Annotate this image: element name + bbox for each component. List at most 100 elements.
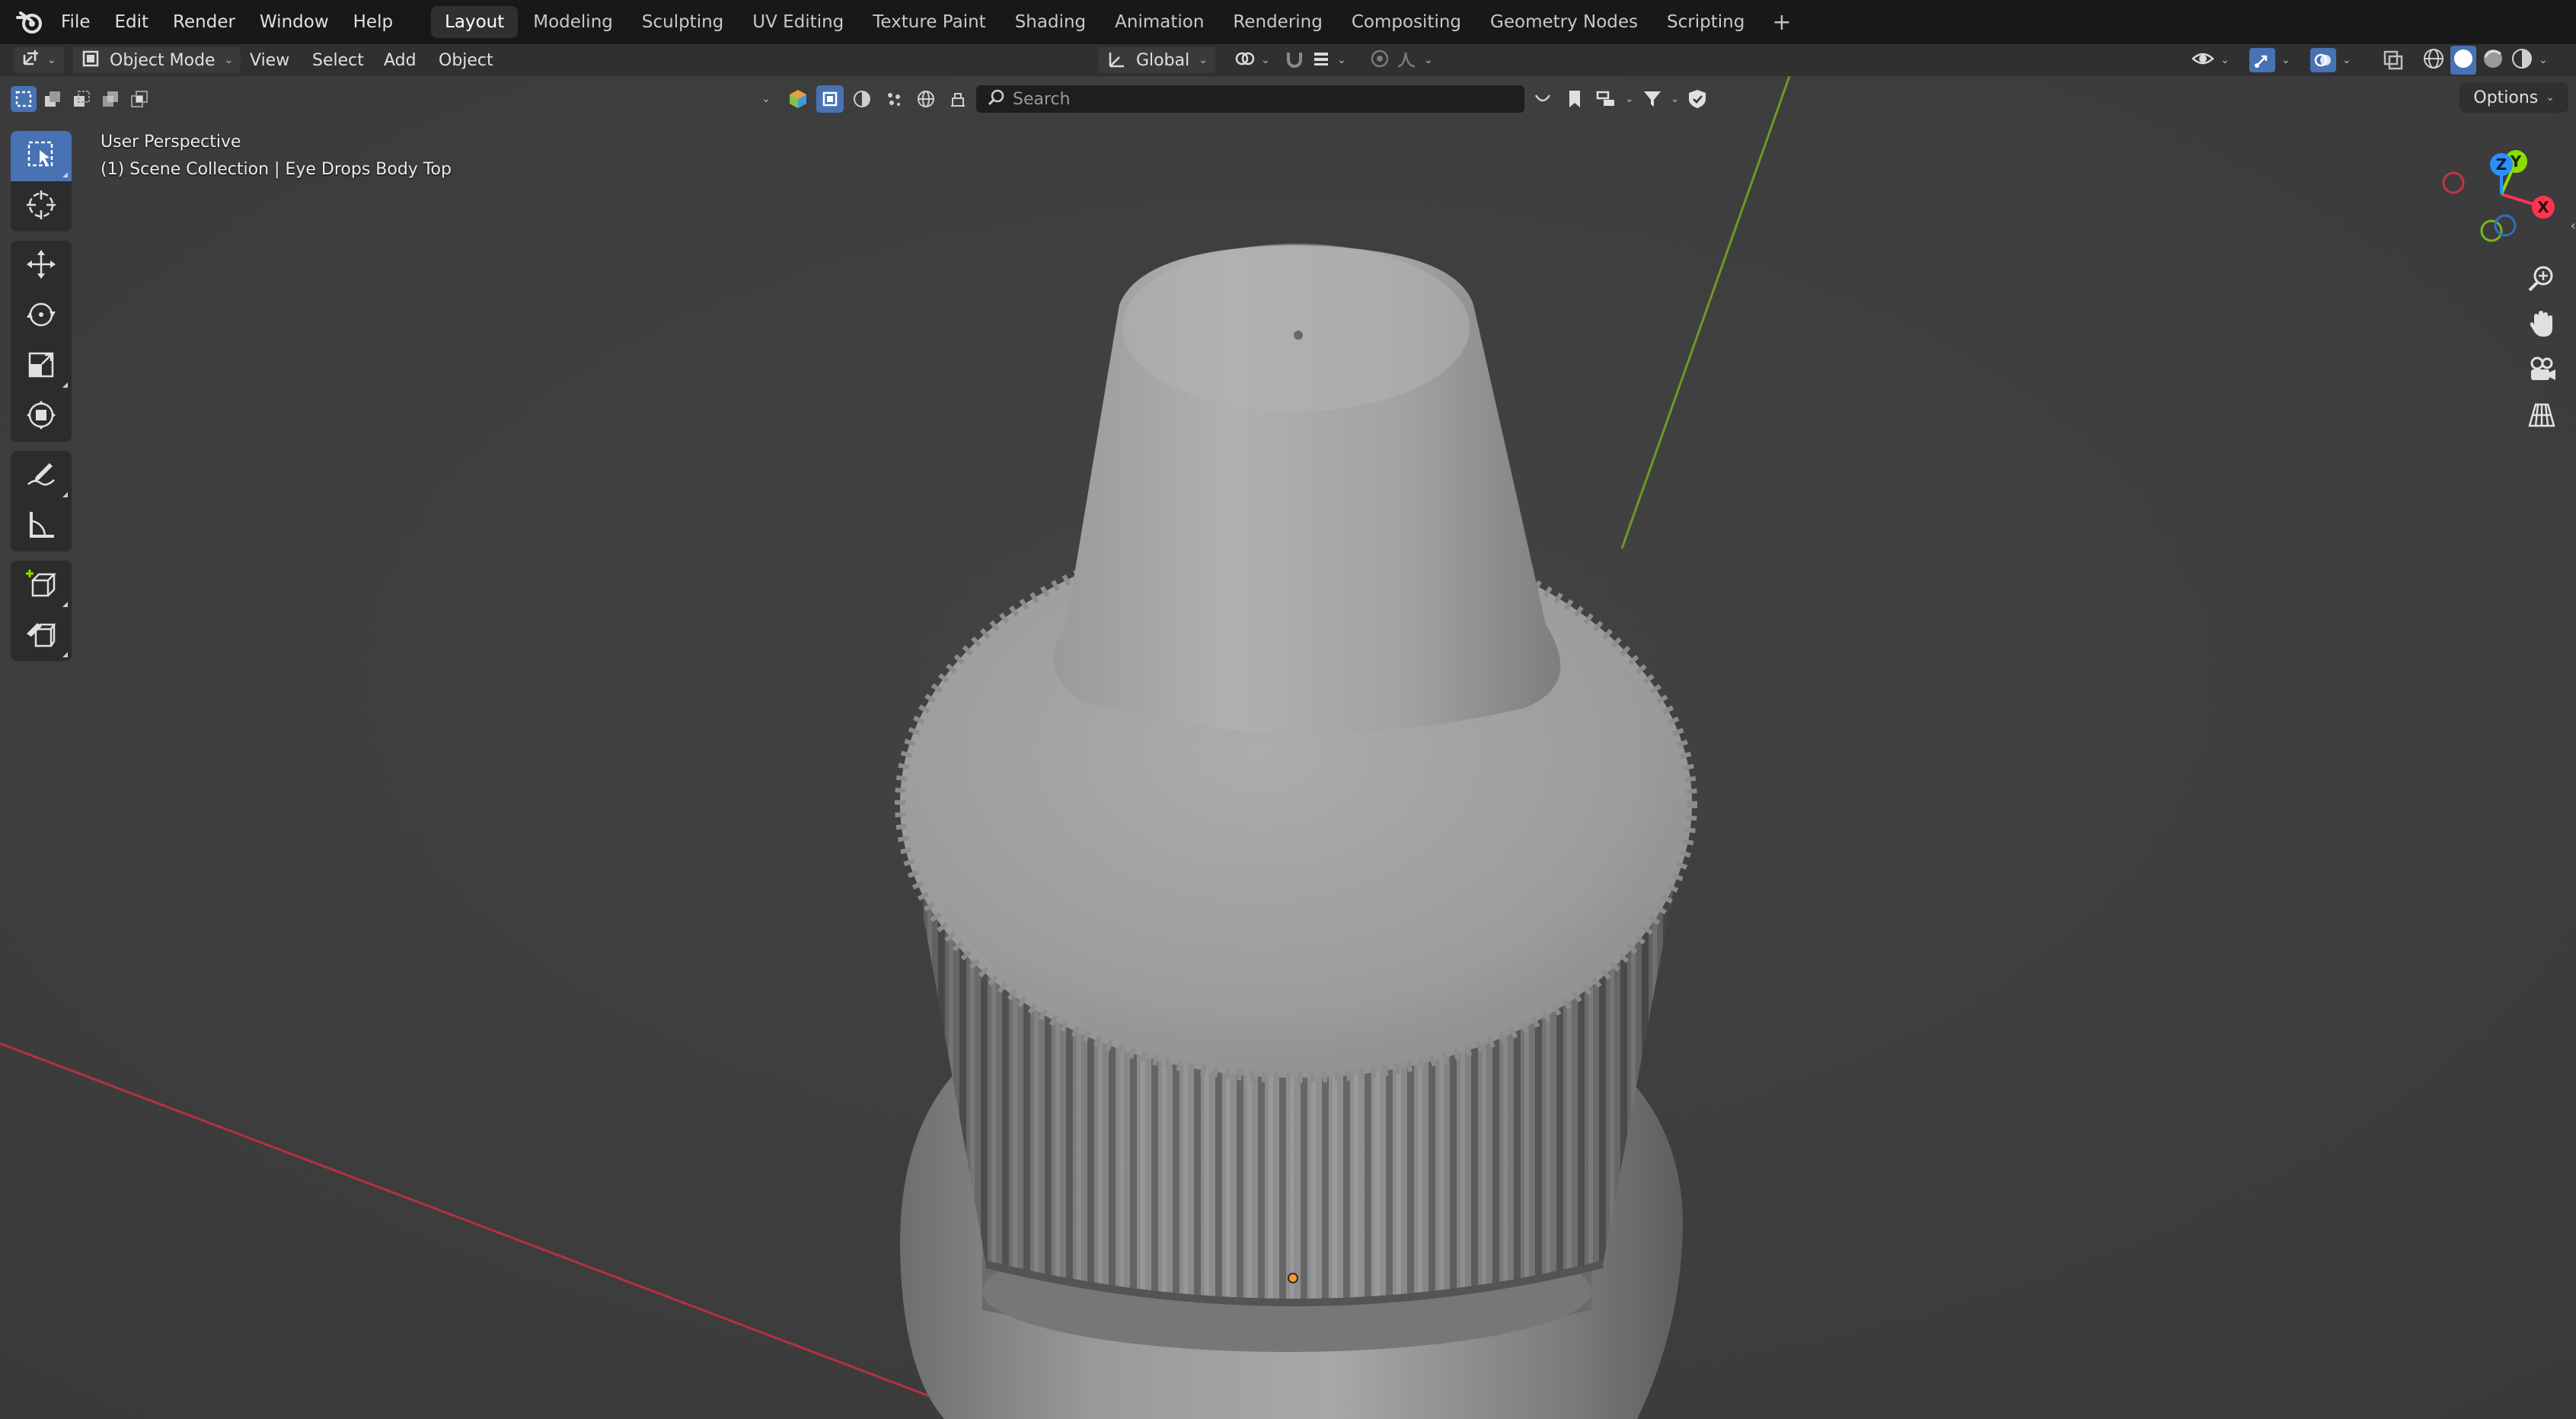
- select-extend-mode-icon[interactable]: [40, 86, 65, 112]
- xray-toggle[interactable]: [2382, 47, 2405, 73]
- tool-measure[interactable]: [11, 501, 72, 551]
- knife-tool-icon: [25, 618, 57, 654]
- object-mode-icon: [81, 49, 101, 72]
- bookmark-icon[interactable]: [1561, 85, 1588, 113]
- overlays-dropdown[interactable]: ⌄: [2303, 47, 2359, 73]
- tab-geometry-nodes[interactable]: Geometry Nodes: [1476, 6, 1652, 38]
- grid-icon: [2528, 403, 2555, 427]
- solid-shading-icon[interactable]: [2450, 46, 2476, 75]
- menu-view[interactable]: View: [242, 47, 297, 73]
- particles-filter-icon[interactable]: [880, 85, 908, 113]
- proportional-edit-dropdown[interactable]: ⌄: [1361, 47, 1441, 73]
- menu-window[interactable]: Window: [247, 5, 341, 40]
- tab-layout[interactable]: Layout: [431, 6, 519, 38]
- render-filter-icon[interactable]: [944, 85, 972, 113]
- scale-icon: [25, 349, 57, 384]
- tool-move[interactable]: [11, 241, 72, 291]
- search-field[interactable]: [976, 85, 1524, 113]
- tool-cursor[interactable]: [11, 181, 72, 232]
- tool-scale[interactable]: [11, 341, 72, 392]
- select-new-mode-icon[interactable]: [11, 86, 37, 112]
- gizmo-toggle-icon: [2249, 48, 2275, 72]
- visibility-dropdown[interactable]: ⌄: [2184, 47, 2237, 73]
- tab-compositing[interactable]: Compositing: [1338, 6, 1475, 38]
- tab-animation[interactable]: Animation: [1101, 6, 1218, 38]
- tab-sculpting[interactable]: Sculpting: [628, 6, 737, 38]
- options-dropdown[interactable]: Options ⌄: [2459, 82, 2568, 113]
- world-filter-icon[interactable]: [912, 85, 940, 113]
- chevron-down-icon[interactable]: ⌄: [1671, 93, 1680, 105]
- tool-annotate[interactable]: [11, 451, 72, 501]
- neg-x-axis-icon: [2442, 171, 2465, 194]
- navigation-gizmo[interactable]: X Y Z: [2429, 137, 2574, 251]
- tab-scripting[interactable]: Scripting: [1653, 6, 1758, 38]
- tab-modeling[interactable]: Modeling: [519, 6, 627, 38]
- search-input[interactable]: [1013, 89, 1500, 109]
- view-layer-icon[interactable]: [1593, 85, 1620, 113]
- rendered-shading-icon[interactable]: [2510, 46, 2534, 74]
- svg-text:X: X: [2537, 198, 2549, 216]
- menu-help[interactable]: Help: [341, 5, 405, 40]
- snap-magnet-icon: [1284, 48, 1305, 72]
- select-box-icon: [26, 139, 56, 173]
- snap-target-icon: [1311, 49, 1331, 72]
- object-color-icon[interactable]: [784, 85, 812, 113]
- pivot-point-dropdown[interactable]: ⌄: [1226, 47, 1278, 73]
- hand-icon: [2530, 311, 2552, 337]
- menu-file[interactable]: File: [49, 5, 103, 40]
- transform-orientation-dropdown[interactable]: Global ⌄: [1098, 47, 1215, 73]
- tab-uv-editing[interactable]: UV Editing: [739, 6, 857, 38]
- shield-icon[interactable]: [1684, 85, 1711, 113]
- mode-dropdown[interactable]: Object Mode ⌄: [73, 47, 241, 73]
- shading-filter-icon[interactable]: [848, 85, 876, 113]
- object-origin-point: [1288, 1273, 1298, 1283]
- chevron-down-icon[interactable]: ⌄: [2539, 54, 2548, 66]
- chevron-down-icon: ⌄: [2220, 54, 2230, 66]
- gizmo-dropdown[interactable]: ⌄: [2242, 47, 2298, 73]
- wireframe-shading-icon[interactable]: [2421, 46, 2446, 74]
- chevron-down-icon: ⌄: [2546, 91, 2555, 104]
- 3d-viewport[interactable]: ‹: [0, 76, 2576, 1419]
- chevron-down-icon[interactable]: ⌄: [752, 85, 780, 113]
- proportional-edit-icon: [1369, 48, 1390, 72]
- tool-add-cube[interactable]: [11, 561, 72, 611]
- add-workspace-button[interactable]: +: [1760, 6, 1803, 38]
- measure-ruler-icon: [25, 509, 57, 544]
- filter-funnel-icon[interactable]: [1639, 85, 1666, 113]
- perspective-toggle-button[interactable]: [2520, 393, 2564, 437]
- tool-transform[interactable]: [11, 392, 72, 442]
- chevron-down-icon[interactable]: ⌄: [1625, 93, 1634, 105]
- select-invert-mode-icon[interactable]: [97, 86, 123, 112]
- menu-object[interactable]: Object: [431, 47, 501, 73]
- camera-view-button[interactable]: [2520, 347, 2564, 392]
- editor-type-dropdown[interactable]: ⌄: [14, 47, 64, 73]
- menu-render[interactable]: Render: [161, 5, 247, 40]
- tool-select-box[interactable]: [11, 131, 72, 181]
- shading-mode-group: ⌄: [2421, 46, 2548, 75]
- top-menu-bar: File Edit Render Window Help Layout Mode…: [0, 0, 2576, 44]
- scene-render: [0, 76, 2576, 1419]
- menu-edit[interactable]: Edit: [103, 5, 161, 40]
- blender-logo-icon[interactable]: [11, 3, 49, 41]
- tool-knife[interactable]: [11, 611, 72, 661]
- tab-rendering[interactable]: Rendering: [1219, 6, 1336, 38]
- select-subtract-mode-icon[interactable]: [69, 86, 94, 112]
- tab-texture-paint[interactable]: Texture Paint: [859, 6, 999, 38]
- selection-mode-group: [11, 82, 152, 116]
- select-intersect-mode-icon[interactable]: [126, 86, 152, 112]
- transform-icon: [25, 399, 57, 434]
- tool-rotate[interactable]: [11, 291, 72, 341]
- select-objects-icon[interactable]: [816, 85, 844, 113]
- tab-shading[interactable]: Shading: [1001, 6, 1100, 38]
- viewport-collection-label: (1) Scene Collection | Eye Drops Body To…: [101, 160, 452, 179]
- material-preview-shading-icon[interactable]: [2481, 46, 2505, 74]
- snap-dropdown[interactable]: ⌄: [1276, 47, 1354, 73]
- menu-add[interactable]: Add: [376, 47, 424, 73]
- pan-view-button[interactable]: [2520, 302, 2564, 346]
- menu-select[interactable]: Select: [305, 47, 372, 73]
- orientation-axes-icon: [1106, 48, 1127, 72]
- filter-curve-icon[interactable]: [1529, 85, 1556, 113]
- orientation-label: Global: [1136, 50, 1190, 70]
- zoom-view-button[interactable]: [2520, 256, 2564, 300]
- pivot-point-icon: [1234, 48, 1255, 72]
